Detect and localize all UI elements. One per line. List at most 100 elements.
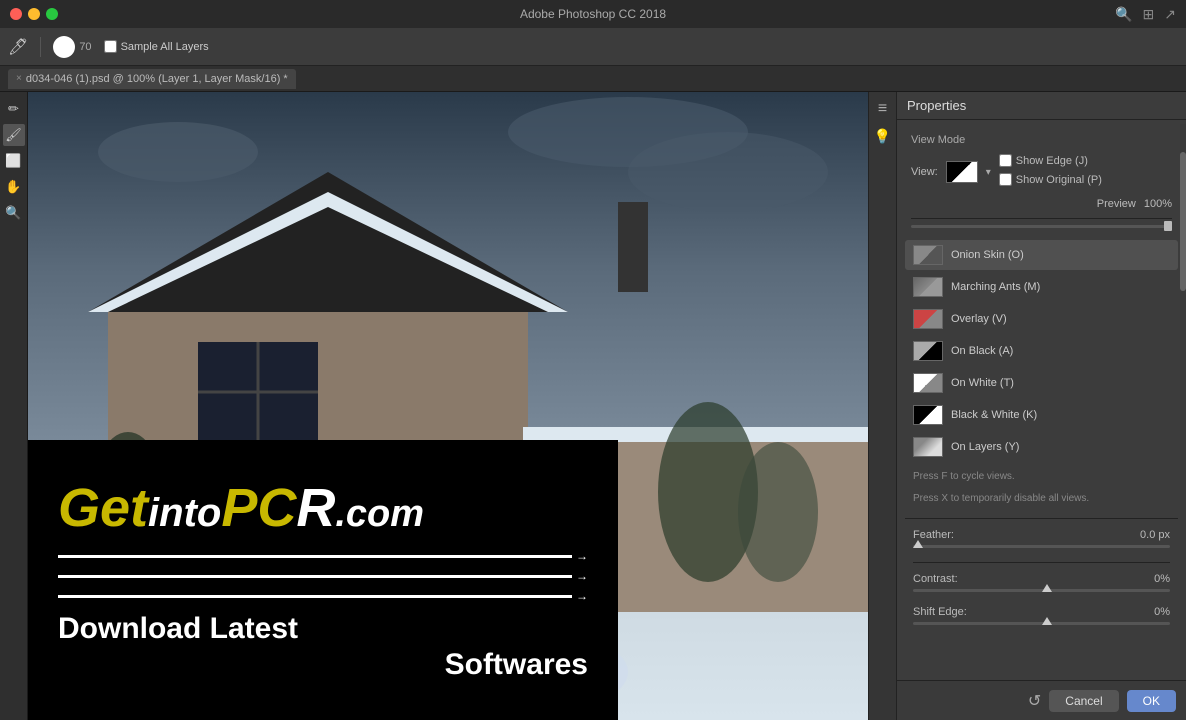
preview-slider-track[interactable] [911, 225, 1172, 228]
show-edge-checkbox[interactable] [999, 154, 1012, 167]
watermark-logo: Get into PC R .com [58, 477, 588, 539]
tab-label: d034-046 (1).psd @ 100% (Layer 1, Layer … [26, 73, 288, 85]
preview-slider-container [911, 225, 1172, 228]
preview-slider-thumb[interactable] [1164, 221, 1172, 231]
feather-value: 0.0 px [1140, 529, 1170, 541]
preview-row: Preview 100% [911, 198, 1172, 210]
tab-item[interactable]: × d034-046 (1).psd @ 100% (Layer 1, Laye… [8, 69, 296, 89]
feather-thumb[interactable] [913, 540, 923, 548]
view-mode-list: Onion Skin (O) Marching Ants (M) Overlay… [905, 240, 1178, 462]
on-white-label: On White (T) [951, 377, 1014, 389]
view-mode-on-layers[interactable]: On Layers (Y) [905, 432, 1178, 462]
toolbar: 🖊 70 Sample All Layers [0, 28, 1186, 66]
show-original-option[interactable]: Show Original (P) [999, 173, 1172, 186]
watermark-r: R [296, 477, 335, 539]
hand-tool-btn[interactable]: ✋ [3, 176, 25, 198]
app-title: Adobe Photoshop CC 2018 [520, 7, 666, 21]
feather-track[interactable] [913, 545, 1170, 548]
ok-button[interactable]: OK [1127, 690, 1176, 712]
black-white-label: Black & White (K) [951, 409, 1037, 421]
view-mode-black-white[interactable]: Black & White (K) [905, 400, 1178, 430]
view-label: View: [911, 166, 938, 178]
scrollbar-track[interactable] [1180, 124, 1186, 680]
zoom-tool-btn[interactable]: 🔍 [3, 202, 25, 224]
marching-ants-label: Marching Ants (M) [951, 281, 1040, 293]
move-tool-btn[interactable]: ✏ [3, 98, 25, 120]
watermark-overlay: Get into PC R .com → → → [28, 440, 618, 720]
view-row: View: ▾ Show Edge (J) Show Original (P) [911, 154, 1172, 190]
show-original-label: Show Original (P) [1016, 174, 1102, 186]
black-white-thumb [913, 405, 943, 425]
show-original-checkbox[interactable] [999, 173, 1012, 186]
separator [911, 218, 1172, 219]
reset-button[interactable]: ↺ [1028, 691, 1041, 711]
shift-edge-label: Shift Edge: [913, 606, 967, 618]
maximize-button[interactable] [46, 8, 58, 20]
titlebar-right-icons: 🔍 ⊞ ↗ [1115, 6, 1176, 23]
view-mode-section: View Mode View: ▾ Show Edge (J) Show Ori… [905, 128, 1178, 240]
canvas-area: Get into PC R .com → → → [28, 92, 868, 720]
share-icon[interactable]: ↗ [1164, 6, 1176, 23]
shift-edge-slider-row: Shift Edge: 0% [913, 606, 1170, 625]
panel-header: Properties [897, 92, 1186, 120]
brush-size-value: 70 [79, 41, 91, 53]
overlay-label: Overlay (V) [951, 313, 1007, 325]
contrast-slider-row: Contrast: 0% [913, 573, 1170, 592]
arrange-icon[interactable]: ⊞ [1143, 6, 1155, 23]
view-mode-on-white[interactable]: On White (T) [905, 368, 1178, 398]
on-layers-thumb [913, 437, 943, 457]
separator-3 [913, 562, 1170, 563]
feather-slider-row: Feather: 0.0 px [913, 529, 1170, 548]
on-layers-label: On Layers (Y) [951, 441, 1019, 453]
shift-edge-thumb[interactable] [1042, 617, 1052, 625]
overlay-thumb [913, 309, 943, 329]
eraser-tool-btn[interactable]: ⬜ [3, 150, 25, 172]
view-dropdown-arrow[interactable]: ▾ [986, 167, 991, 178]
panel-title: Properties [907, 98, 966, 113]
tabbar: × d034-046 (1).psd @ 100% (Layer 1, Laye… [0, 66, 1186, 92]
search-icon[interactable]: 🔍 [1115, 6, 1132, 23]
contrast-track[interactable] [913, 589, 1170, 592]
brush-tool-icon[interactable]: 🖊 [8, 37, 28, 57]
preview-label: Preview [1097, 198, 1136, 210]
sample-all-layers-checkbox[interactable] [104, 40, 117, 53]
watermark-pc: PC [221, 477, 296, 539]
on-black-thumb [913, 341, 943, 361]
arrow-line-1: → [58, 549, 588, 563]
brush-tool-btn[interactable]: 🖌 [3, 124, 25, 146]
watermark-arrows: → → → [58, 549, 588, 603]
light-icon[interactable]: 💡 [874, 128, 891, 145]
shift-edge-track[interactable] [913, 622, 1170, 625]
separator [40, 37, 41, 57]
view-mode-marching-ants[interactable]: Marching Ants (M) [905, 272, 1178, 302]
separator-2 [905, 518, 1178, 519]
titlebar: Adobe Photoshop CC 2018 🔍 ⊞ ↗ [0, 0, 1186, 28]
traffic-lights [10, 8, 58, 20]
watermark-com: .com [335, 493, 424, 536]
view-mode-onion-skin[interactable]: Onion Skin (O) [905, 240, 1178, 270]
minimize-button[interactable] [28, 8, 40, 20]
feather-header: Feather: 0.0 px [913, 529, 1170, 541]
tab-close-button[interactable]: × [16, 73, 22, 84]
show-edge-option[interactable]: Show Edge (J) [999, 154, 1172, 167]
preview-value: 100% [1144, 198, 1172, 210]
on-white-thumb [913, 373, 943, 393]
hint-disable: Press X to temporarily disable all views… [905, 486, 1178, 512]
view-mode-title: View Mode [911, 132, 1172, 148]
arrow-line-2: → [58, 569, 588, 583]
scrollbar-thumb[interactable] [1180, 152, 1186, 291]
cancel-button[interactable]: Cancel [1049, 690, 1118, 712]
show-edge-label: Show Edge (J) [1016, 155, 1088, 167]
view-thumbnail[interactable] [946, 161, 978, 183]
watermark-line3: Softwares [58, 647, 588, 683]
sample-all-layers-option[interactable]: Sample All Layers [104, 40, 209, 53]
arrow-line-3: → [58, 589, 588, 603]
view-mode-on-black[interactable]: On Black (A) [905, 336, 1178, 366]
watermark-into: into [148, 491, 221, 536]
view-mode-overlay[interactable]: Overlay (V) [905, 304, 1178, 334]
layers-panel-icon[interactable]: ≡ [878, 100, 887, 118]
close-button[interactable] [10, 8, 22, 20]
contrast-thumb[interactable] [1042, 584, 1052, 592]
watermark-get: Get [58, 477, 148, 539]
on-black-label: On Black (A) [951, 345, 1013, 357]
